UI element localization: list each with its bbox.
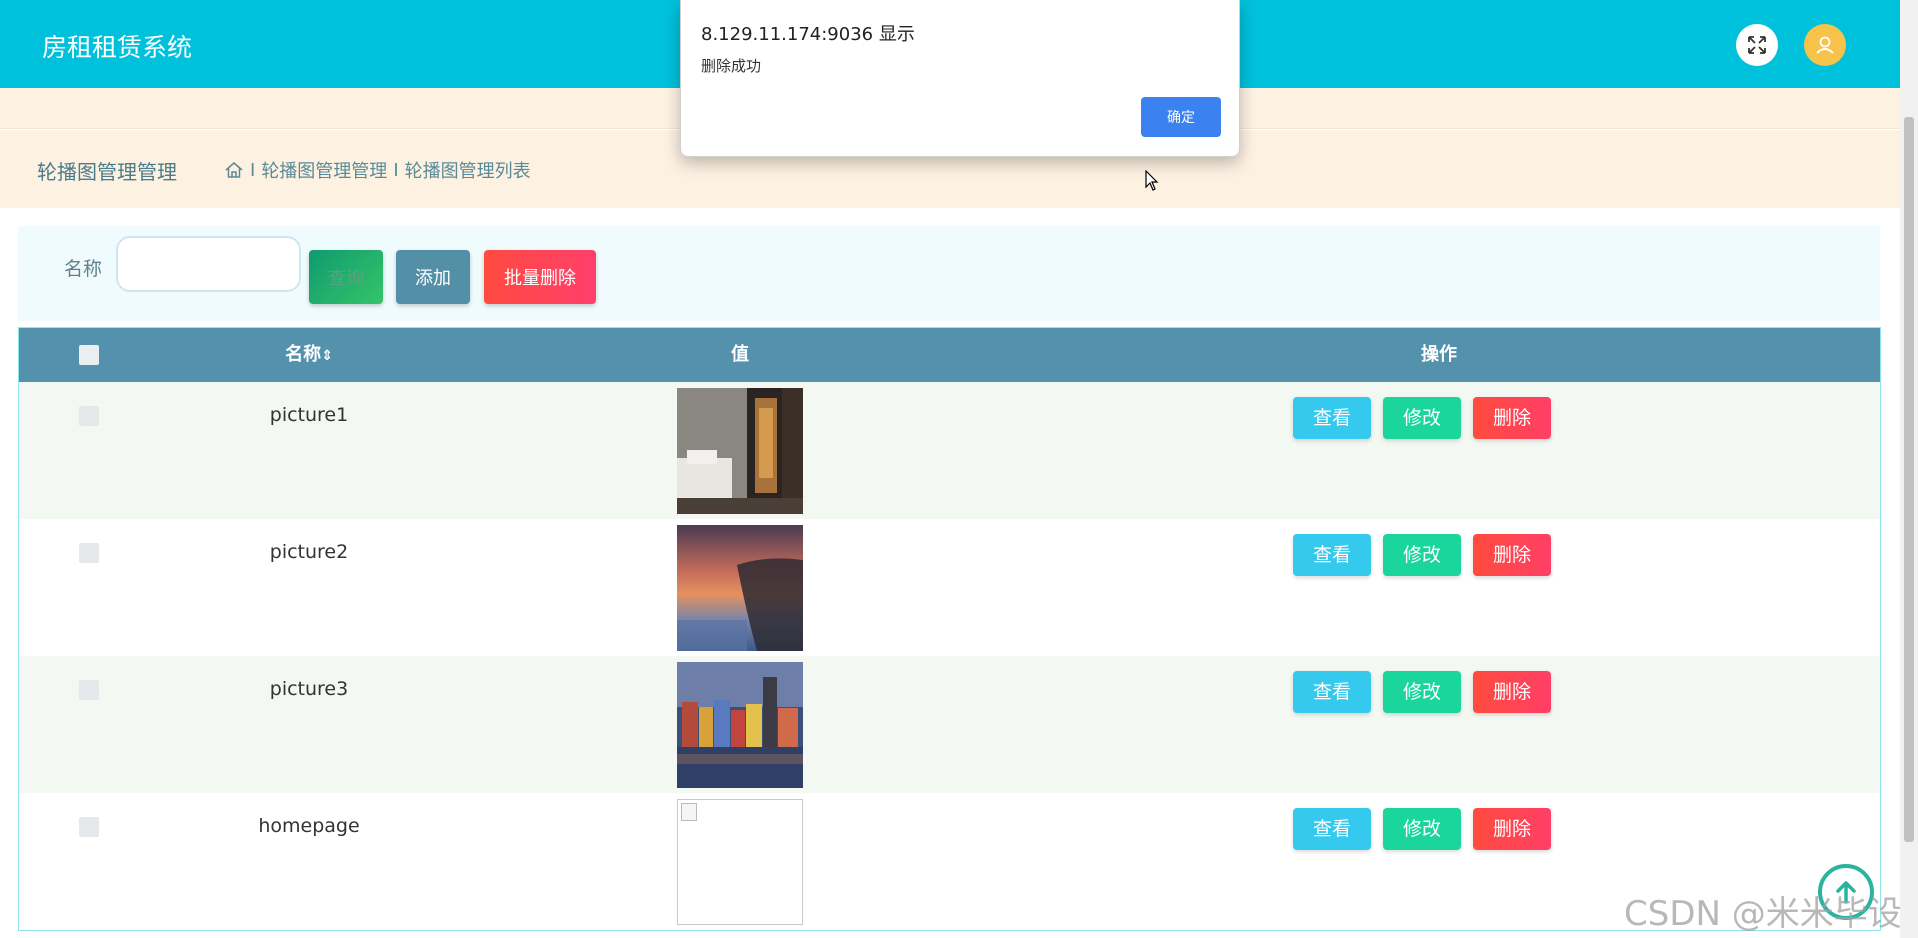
- user-avatar-button[interactable]: [1804, 24, 1846, 66]
- view-button[interactable]: 查看: [1293, 808, 1371, 850]
- data-table: 名称⇕ 值 操作 picture1 查看 修改 删除 picture2 查看 修…: [18, 327, 1881, 931]
- row-name: picture3: [269, 678, 349, 700]
- breadcrumb-item-module[interactable]: 轮播图管理管理: [261, 157, 387, 183]
- delete-button[interactable]: 删除: [1473, 671, 1551, 713]
- view-button[interactable]: 查看: [1293, 671, 1371, 713]
- add-button[interactable]: 添加: [396, 250, 470, 304]
- query-button[interactable]: 查询: [309, 250, 383, 304]
- column-name-label: 名称: [285, 344, 322, 365]
- row-image-bedroom: [677, 388, 803, 514]
- breadcrumb-item-list: 轮播图管理列表: [404, 161, 531, 182]
- view-button[interactable]: 查看: [1293, 397, 1371, 439]
- dialog-host-text: 8.129.11.174:9036 显示: [701, 24, 915, 45]
- page-title: 轮播图管理管理: [37, 160, 177, 184]
- column-header-value: 值: [731, 344, 749, 365]
- delete-button[interactable]: 删除: [1473, 534, 1551, 576]
- name-search-input[interactable]: [116, 236, 301, 292]
- row-name: homepage: [258, 815, 360, 837]
- dialog-message: 删除成功: [701, 57, 762, 75]
- row-image-sunset: [677, 525, 803, 651]
- table-row: picture1 查看 修改 删除: [19, 382, 1880, 519]
- mouse-cursor-icon: [1145, 170, 1159, 191]
- breadcrumb-separator: I: [393, 159, 399, 181]
- table-row: picture2 查看 修改 删除: [19, 519, 1880, 656]
- batch-delete-button[interactable]: 批量删除: [484, 250, 596, 304]
- home-icon[interactable]: [224, 160, 244, 180]
- sort-icon[interactable]: ⇕: [321, 348, 333, 364]
- edit-button[interactable]: 修改: [1383, 397, 1461, 439]
- row-checkbox[interactable]: [79, 406, 99, 426]
- delete-button[interactable]: 删除: [1473, 808, 1551, 850]
- fullscreen-icon: [1748, 36, 1766, 54]
- name-label: 名称: [64, 258, 103, 280]
- edit-button[interactable]: 修改: [1383, 671, 1461, 713]
- table-header: 名称⇕ 值 操作: [19, 328, 1880, 382]
- edit-button[interactable]: 修改: [1383, 808, 1461, 850]
- column-header-name[interactable]: 名称⇕: [209, 328, 409, 382]
- row-image-city: [677, 662, 803, 788]
- edit-button[interactable]: 修改: [1383, 534, 1461, 576]
- row-checkbox[interactable]: [79, 543, 99, 563]
- app-title: 房租租赁系统: [42, 33, 193, 62]
- page-scrollbar[interactable]: [1900, 0, 1918, 938]
- view-button[interactable]: 查看: [1293, 534, 1371, 576]
- row-name: picture2: [269, 541, 349, 563]
- fullscreen-button[interactable]: [1736, 24, 1778, 66]
- breadcrumb: I 轮播图管理管理 I 轮播图管理列表: [224, 157, 531, 183]
- row-checkbox[interactable]: [79, 817, 99, 837]
- row-image-broken: [677, 799, 803, 925]
- scrollbar-thumb[interactable]: [1904, 117, 1914, 842]
- column-header-actions: 操作: [1421, 344, 1457, 365]
- delete-button[interactable]: 删除: [1473, 397, 1551, 439]
- user-icon: [1816, 36, 1834, 54]
- row-checkbox[interactable]: [79, 680, 99, 700]
- table-row: picture3 查看 修改 删除: [19, 656, 1880, 793]
- table-row: homepage 查看 修改 删除: [19, 793, 1880, 930]
- alert-dialog: 8.129.11.174:9036 显示 删除成功 确定: [680, 0, 1240, 157]
- row-name: picture1: [269, 404, 349, 426]
- broken-image-icon: [681, 803, 697, 821]
- dialog-ok-button[interactable]: 确定: [1141, 97, 1221, 137]
- select-all-checkbox[interactable]: [79, 345, 99, 365]
- watermark: CSDN @米米毕设: [1624, 894, 1902, 934]
- breadcrumb-separator: I: [250, 159, 256, 181]
- search-panel: 名称 查询 添加 批量删除: [18, 226, 1880, 321]
